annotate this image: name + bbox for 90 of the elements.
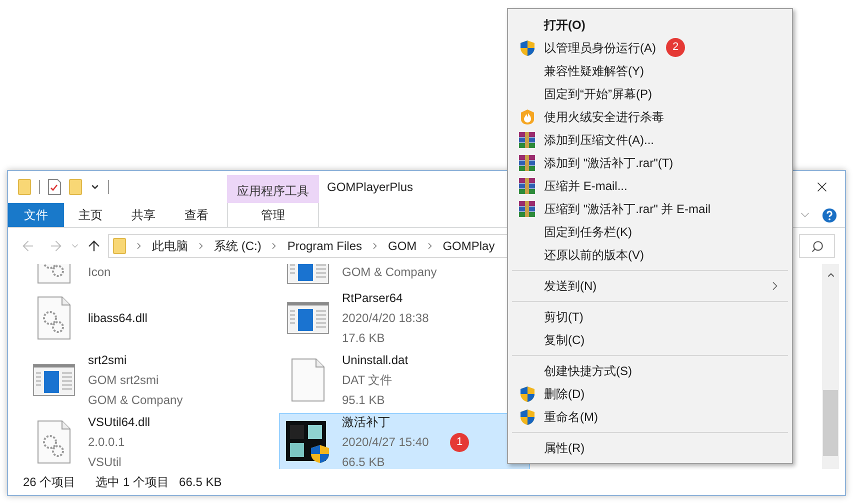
archive-icon bbox=[519, 200, 535, 216]
file-tile[interactable]: 激活补丁 2020/4/27 15:40 66.5 KB 1 bbox=[279, 413, 530, 469]
tiles-app-icon bbox=[286, 421, 330, 463]
settings-file-icon bbox=[37, 296, 71, 340]
help-icon[interactable] bbox=[822, 208, 837, 222]
ribbon-tab[interactable]: 共享 bbox=[117, 203, 170, 227]
menu-item-label: 添加到压缩文件(A)... bbox=[544, 132, 654, 148]
menu-item-label: 发送到(N) bbox=[544, 278, 597, 294]
app-window-icon bbox=[33, 364, 75, 396]
window-title: GOMPlayerPlus bbox=[327, 179, 414, 196]
file-detail: 2.0.0.1 bbox=[88, 434, 126, 451]
shield-icon bbox=[520, 40, 534, 56]
file-detail: 2020/4/20 18:38 bbox=[342, 310, 429, 327]
ribbon-tab[interactable]: 查看 bbox=[170, 203, 223, 227]
file-detail: Icon bbox=[88, 264, 111, 281]
ribbon-tab[interactable]: 主页 bbox=[64, 203, 117, 227]
menu-item[interactable]: 压缩并 E-mail... bbox=[510, 174, 790, 197]
file-name: RtParser64 bbox=[342, 290, 404, 307]
menu-item[interactable]: 使用火绒安全进行杀毒 bbox=[510, 105, 790, 128]
file-name: srt2smi bbox=[88, 352, 128, 369]
file-detail: DAT 文件 bbox=[342, 372, 394, 389]
breadcrumb-item[interactable]: 系统 (C:) bbox=[214, 237, 262, 255]
scrollbar-thumb[interactable] bbox=[823, 390, 838, 456]
menu-item-label: 打开(O) bbox=[544, 16, 586, 34]
checklist-document-icon bbox=[48, 179, 61, 195]
menu-item-label: 压缩并 E-mail... bbox=[544, 178, 628, 194]
settings-file-icon bbox=[37, 420, 71, 464]
file-detail: 2020/4/27 15:40 bbox=[342, 434, 429, 451]
menu-item[interactable]: 兼容性疑难解答(Y) bbox=[510, 59, 790, 82]
menu-item-label: 压缩到 "激活补丁.rar" 并 E-mail bbox=[544, 200, 711, 218]
menu-item-label: 创建快捷方式(S) bbox=[544, 362, 632, 380]
customize-dropdown-icon[interactable] bbox=[90, 182, 100, 192]
menu-item-label: 重命名(M) bbox=[544, 408, 598, 426]
file-name: libass64.dll bbox=[88, 310, 148, 327]
selection-count: 选中 1 个项目 bbox=[96, 474, 170, 491]
item-count: 26 个项目 bbox=[23, 474, 76, 491]
flame-icon bbox=[520, 108, 534, 124]
file-name: 激活补丁 bbox=[342, 414, 391, 431]
folder-icon bbox=[18, 179, 31, 195]
selection-size: 66.5 KB bbox=[179, 474, 222, 491]
folder-icon bbox=[69, 179, 82, 195]
search-icon bbox=[810, 240, 824, 252]
file-tile[interactable]: libass64.dll bbox=[25, 289, 276, 347]
menu-item[interactable]: 添加到压缩文件(A)... bbox=[510, 128, 790, 151]
file-detail: 17.6 KB bbox=[342, 330, 386, 347]
file-tile[interactable]: srt2smi GOM srt2smi GOM & Company bbox=[25, 351, 276, 409]
file-tile[interactable]: VSUtil64.dll 2.0.0.1 VSUtil bbox=[25, 413, 276, 469]
menu-item-label: 属性(R) bbox=[544, 440, 585, 456]
shield-icon bbox=[520, 408, 534, 424]
file-detail: VSUtil bbox=[88, 454, 122, 469]
file-tile[interactable]: Icon bbox=[25, 264, 276, 285]
menu-item-label: 剪切(T) bbox=[544, 308, 584, 326]
back-icon[interactable] bbox=[20, 238, 36, 254]
search-field[interactable] bbox=[799, 234, 835, 258]
up-icon[interactable] bbox=[86, 238, 102, 254]
menu-item[interactable]: 以管理员身份运行(A) 2 bbox=[510, 36, 790, 59]
menu-item-label: 兼容性疑难解答(Y) bbox=[544, 62, 644, 80]
number-badge: 1 bbox=[450, 433, 469, 452]
file-detail: GOM srt2smi bbox=[88, 372, 160, 389]
breadcrumb-item[interactable]: Program Files bbox=[287, 237, 362, 255]
scrollbar[interactable] bbox=[822, 264, 839, 469]
menu-item[interactable]: 压缩到 "激活补丁.rar" 并 E-mail bbox=[510, 197, 790, 220]
menu-item-label: 删除(D) bbox=[544, 386, 585, 402]
archive-icon bbox=[519, 154, 535, 170]
blank-file-icon bbox=[291, 358, 325, 402]
menu-item-label: 固定到“开始”屏幕(P) bbox=[544, 86, 652, 102]
archive-icon bbox=[519, 178, 535, 194]
file-detail: 66.5 KB bbox=[342, 454, 386, 469]
file-detail: GOM & Company bbox=[342, 264, 437, 281]
breadcrumb-item[interactable]: GOMPlay bbox=[442, 237, 495, 255]
app-window-icon bbox=[287, 302, 329, 334]
file-detail: GOM & Company bbox=[88, 392, 183, 409]
ribbon-tab[interactable]: 文件 bbox=[8, 203, 64, 227]
menu-item[interactable]: 添加到 "激活补丁.rar"(T) bbox=[510, 151, 790, 174]
number-badge: 2 bbox=[666, 38, 685, 57]
shield-icon bbox=[520, 386, 534, 402]
menu-item-label: 复制(C) bbox=[544, 332, 585, 348]
menu-item-label: 以管理员身份运行(A) bbox=[544, 40, 656, 56]
menu-item-label: 添加到 "激活补丁.rar"(T) bbox=[544, 154, 674, 172]
folder-icon bbox=[113, 238, 126, 254]
file-detail: 95.1 KB bbox=[342, 392, 386, 409]
breadcrumb-item[interactable]: 此电脑 bbox=[152, 237, 188, 255]
menu-item[interactable]: 打开(O) bbox=[510, 13, 790, 36]
menu-item[interactable]: 固定到“开始”屏幕(P) bbox=[510, 82, 790, 105]
forward-icon[interactable] bbox=[48, 238, 64, 254]
breadcrumb-item[interactable]: GOM bbox=[388, 237, 417, 255]
file-name: VSUtil64.dll bbox=[88, 414, 150, 431]
menu-item-label: 使用火绒安全进行杀毒 bbox=[544, 108, 664, 126]
file-name: Uninstall.dat bbox=[342, 352, 408, 369]
archive-icon bbox=[519, 132, 535, 148]
